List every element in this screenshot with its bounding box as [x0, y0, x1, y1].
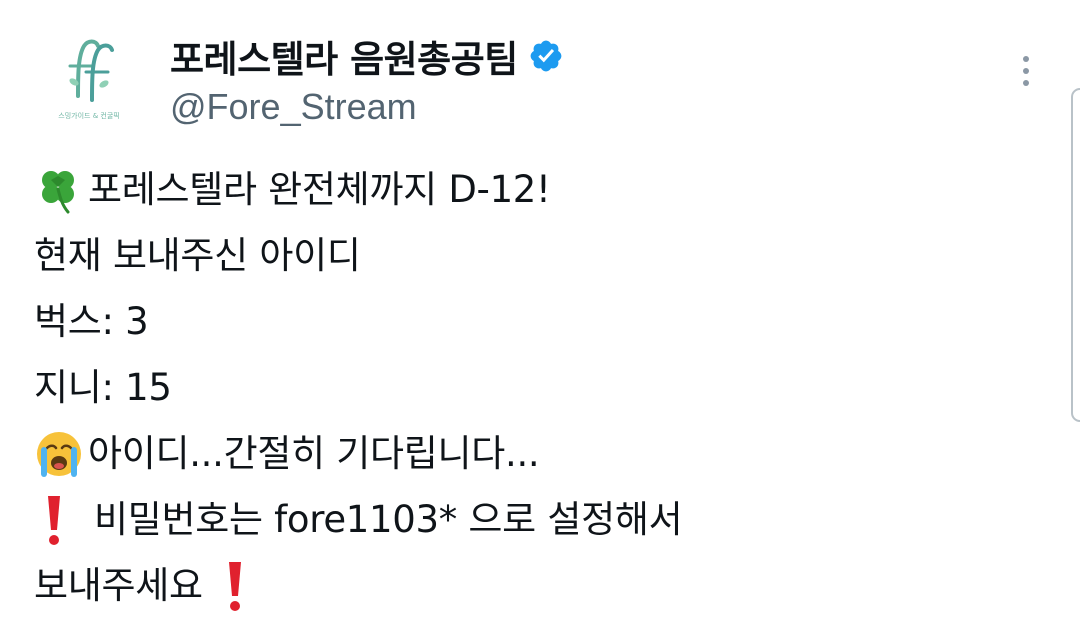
tweet-line-text: 포레스텔라 완전체까지 D-12!: [88, 168, 551, 211]
tweet-line-text: 지니: 15: [34, 366, 172, 409]
four-leaf-clover-icon: [42, 171, 74, 214]
tweet-line-text: 보내주세요: [34, 564, 203, 607]
exclamation-mark-icon: [48, 496, 60, 545]
tweet-line-text: 비밀번호는 fore1103* 으로 설정해서: [94, 498, 683, 541]
avatar[interactable]: 스밍가이드 & 컨굴픽: [34, 20, 144, 130]
tweet-line: 현재 보내주신 아이디: [34, 223, 1034, 289]
tweet-line: 아이디...간절히 기다립니다...: [34, 421, 1034, 487]
avatar-logo-icon: 스밍가이드 & 컨굴픽: [34, 20, 144, 130]
tweet-line-text: 현재 보내주신 아이디: [34, 234, 361, 277]
tweet-line-text: 아이디...간절히 기다립니다...: [88, 432, 540, 475]
user-handle[interactable]: @Fore_Stream: [170, 86, 564, 128]
tweet-line: 포레스텔라 완전체까지 D-12!: [34, 157, 1034, 223]
more-vertical-icon: [1023, 56, 1029, 62]
side-panel-edge: [1071, 88, 1080, 422]
more-options-button[interactable]: [1014, 56, 1038, 92]
crying-face-icon: [37, 432, 81, 477]
verified-badge-icon[interactable]: [528, 38, 564, 74]
display-name[interactable]: 포레스텔라 음원총공팀: [170, 29, 518, 83]
tweet-card[interactable]: 스밍가이드 & 컨굴픽 포레스텔라 음원총공팀 @Fore_Stream 포레스…: [0, 0, 1080, 638]
avatar-caption: 스밍가이드 & 컨굴픽: [58, 111, 119, 120]
display-name-row: 포레스텔라 음원총공팀: [170, 28, 564, 84]
tweet-line: 벅스: 3: [34, 289, 1034, 355]
tweet-header: 포레스텔라 음원총공팀 @Fore_Stream: [170, 28, 564, 128]
tweet-line: 보내주세요: [34, 553, 1034, 619]
exclamation-mark-icon: [228, 562, 241, 611]
tweet-line: 지니: 15: [34, 355, 1034, 421]
tweet-line-text: 벅스: 3: [34, 300, 149, 343]
tweet-text: 포레스텔라 완전체까지 D-12! 현재 보내주신 아이디 벅스: 3 지니: …: [34, 157, 1034, 619]
tweet-line: 비밀번호는 fore1103* 으로 설정해서: [34, 487, 1034, 553]
